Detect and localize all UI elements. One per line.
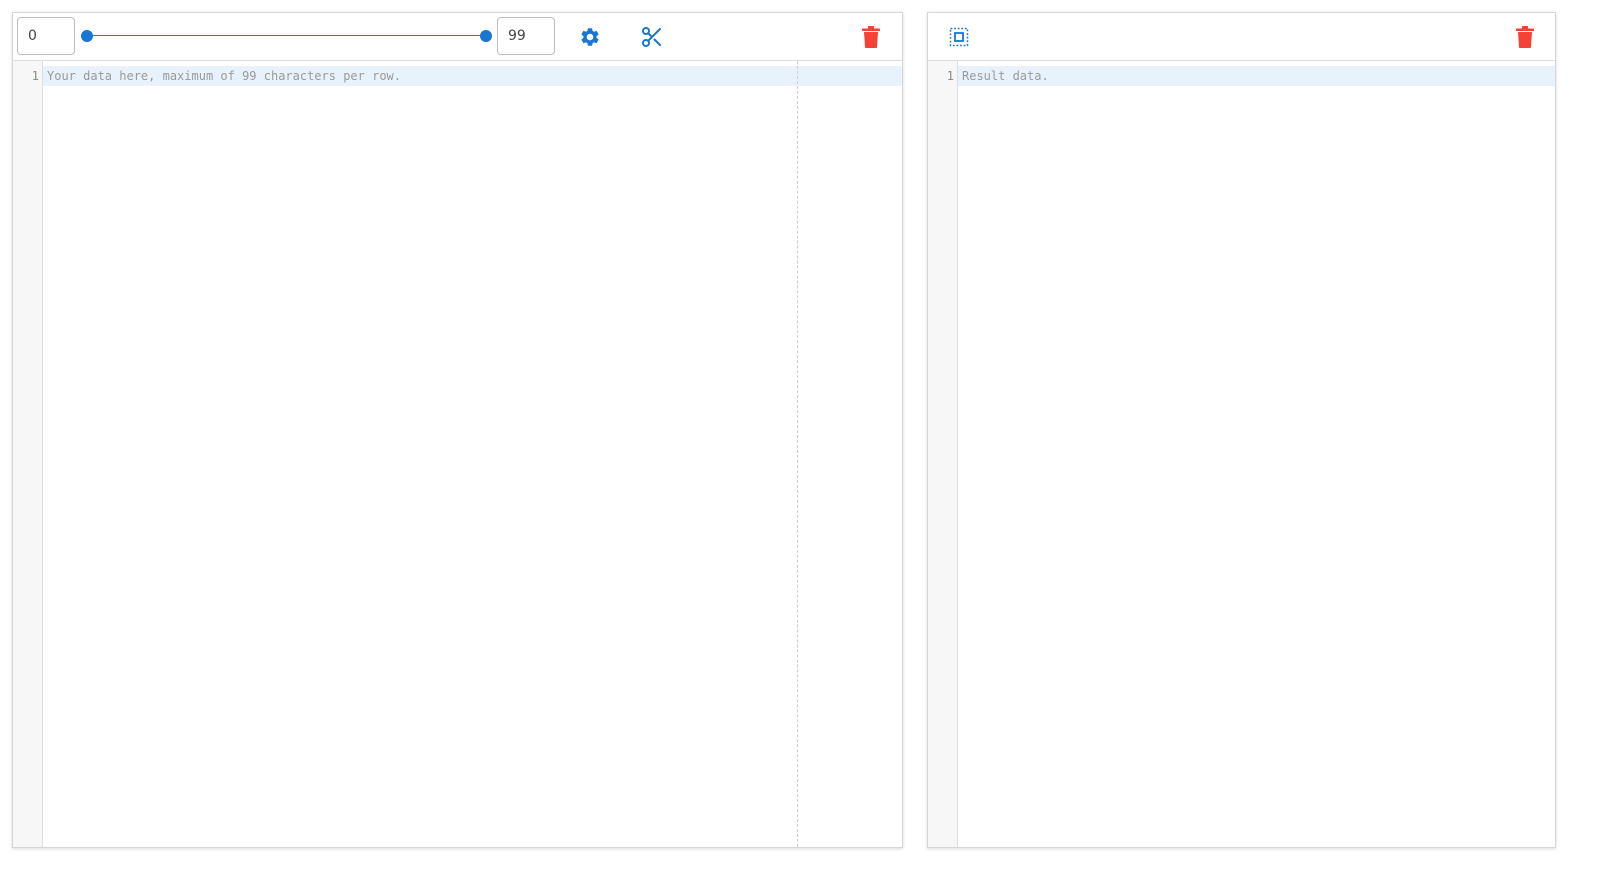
scissors-icon	[640, 25, 664, 49]
output-placeholder: Result data.	[962, 69, 1049, 83]
line-number-gutter: 1	[13, 61, 43, 847]
output-toolbar	[928, 13, 1555, 61]
range-slider[interactable]	[81, 30, 492, 42]
cut-button[interactable]	[639, 24, 665, 50]
slider-end-handle[interactable]	[480, 30, 492, 42]
trash-icon	[862, 26, 880, 48]
slider-range-fill	[87, 35, 486, 36]
line-number-gutter: 1	[928, 61, 958, 847]
input-toolbar	[13, 13, 902, 61]
output-panel: 1 Result data.	[927, 12, 1556, 848]
select-all-button[interactable]	[946, 24, 972, 50]
column-ruler	[797, 61, 798, 847]
input-panel: 1 Your data here, maximum of 99 characte…	[12, 12, 903, 848]
clear-input-button[interactable]	[858, 24, 884, 50]
input-placeholder: Your data here, maximum of 99 characters…	[47, 69, 402, 83]
range-start-input[interactable]	[17, 17, 75, 55]
output-editor[interactable]: 1 Result data.	[928, 61, 1555, 847]
range-end-input[interactable]	[497, 17, 555, 55]
line-number: 1	[31, 69, 39, 83]
input-editor[interactable]: 1 Your data here, maximum of 99 characte…	[13, 61, 902, 847]
select-all-icon	[949, 27, 969, 47]
settings-button[interactable]	[577, 24, 603, 50]
trash-icon	[1516, 26, 1534, 48]
clear-output-button[interactable]	[1512, 24, 1538, 50]
slider-start-handle[interactable]	[81, 30, 93, 42]
line-number: 1	[946, 69, 954, 83]
gear-icon	[579, 26, 601, 48]
